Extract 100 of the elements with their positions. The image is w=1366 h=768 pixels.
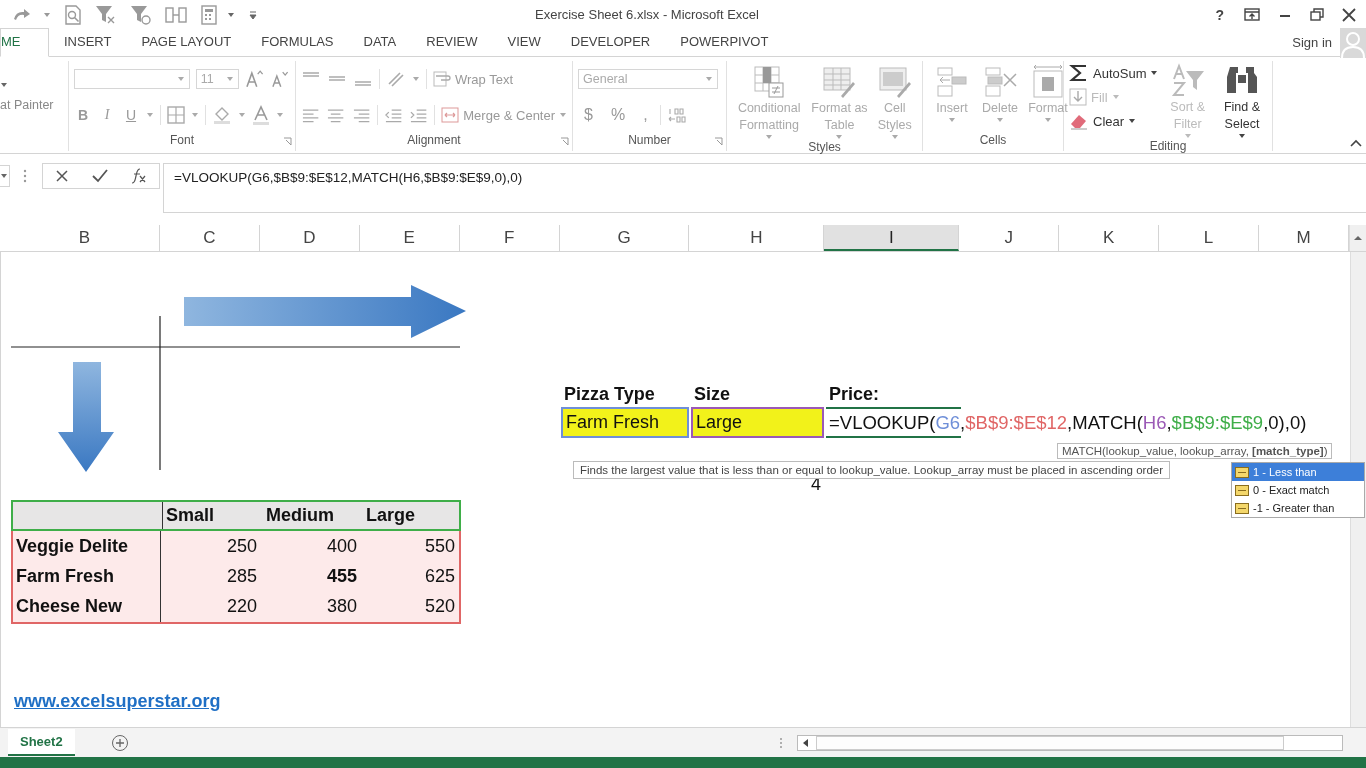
- left-arrow-icon: [801, 738, 810, 747]
- ribbon-tab[interactable]: REVIEW: [411, 29, 493, 57]
- wrap-text-icon: [433, 71, 451, 88]
- ribbon-tab[interactable]: VIEW: [492, 29, 556, 57]
- caret-icon: [705, 76, 713, 83]
- column-header[interactable]: K: [1059, 225, 1160, 252]
- help-button[interactable]: ?: [1213, 6, 1226, 23]
- column-label: Small: [165, 505, 216, 527]
- description-tooltip: Finds the largest value that is less than or equal to lookup_value. Lookup_array must be placed in ascending order: [573, 461, 1171, 480]
- increase-indent-icon[interactable]: [409, 107, 429, 124]
- autocomplete-option[interactable]: 1 - Less than: [1232, 463, 1364, 482]
- table-cell-text: 220: [225, 596, 258, 618]
- customize-icon[interactable]: [248, 9, 258, 20]
- scroll-up-button[interactable]: [1349, 225, 1366, 252]
- formula-field[interactable]: =VLOOKUP(G6,$B$9:$E$12,MATCH(H6,$B$9:$E$9,0),0): [163, 163, 1366, 214]
- increase-font-icon[interactable]: [244, 70, 265, 89]
- column-header[interactable]: F: [459, 225, 560, 252]
- ribbon-button[interactable]: AutoSum: [1069, 63, 1159, 84]
- option-label: -1 - Greater than: [1253, 502, 1335, 515]
- font-color-icon[interactable]: [252, 105, 270, 126]
- caret-icon[interactable]: [43, 11, 51, 18]
- horizontal-scrollbar[interactable]: [796, 734, 1343, 751]
- dialog-launcher-icon[interactable]: [283, 137, 292, 147]
- ribbon-display-icon[interactable]: [1244, 8, 1260, 22]
- column-header[interactable]: I: [824, 225, 960, 252]
- cells-icon: [1030, 64, 1066, 101]
- ribbon-tab[interactable]: ME: [0, 28, 49, 58]
- website-link[interactable]: www.excelsuperstar.org: [11, 691, 221, 713]
- caret-icon: [1183, 133, 1192, 140]
- table-cell-text: 380: [325, 596, 358, 618]
- orientation-icon[interactable]: [386, 70, 406, 89]
- group-label: Editing: [1149, 139, 1187, 154]
- caret-icon: [1150, 70, 1159, 77]
- caret-icon[interactable]: [227, 11, 235, 18]
- ribbon-button[interactable]: Find & Select: [1217, 63, 1267, 140]
- print-preview-icon[interactable]: [64, 4, 82, 25]
- ribbon-tab[interactable]: DATA: [348, 29, 412, 57]
- decrease-font-icon[interactable]: [270, 70, 290, 89]
- autocomplete-option[interactable]: 0 - Exact match: [1232, 481, 1364, 500]
- enter-check-icon[interactable]: [92, 169, 108, 184]
- caret-icon: [1128, 118, 1137, 125]
- sign-in-link[interactable]: Sign in: [1292, 35, 1332, 51]
- calculator-icon[interactable]: [200, 4, 218, 25]
- column-label: Medium: [265, 505, 335, 527]
- ribbon-button[interactable]: Clear: [1069, 111, 1159, 132]
- fill-color-icon[interactable]: [212, 105, 232, 126]
- column-header[interactable]: L: [1159, 225, 1260, 252]
- caret-icon: [1111, 94, 1120, 101]
- column-header[interactable]: E: [359, 225, 460, 252]
- align-right-icon[interactable]: [351, 107, 371, 124]
- format-painter-button[interactable]: at Painter: [0, 98, 68, 113]
- sheet-tab[interactable]: Sheet2: [8, 729, 75, 757]
- ribbon-tab[interactable]: PAGE LAYOUT: [126, 29, 247, 57]
- column-header[interactable]: C: [159, 225, 260, 252]
- column-header[interactable]: J: [959, 225, 1060, 252]
- ribbon-tab[interactable]: FORMULAS: [246, 29, 349, 57]
- insert-function-icon[interactable]: [131, 168, 148, 185]
- grip-icon[interactable]: [778, 736, 783, 749]
- ribbon-tab[interactable]: INSERT: [49, 29, 127, 57]
- close-icon[interactable]: [1342, 7, 1356, 22]
- split-icon[interactable]: [165, 5, 187, 24]
- decrease-indent-icon[interactable]: [383, 107, 404, 124]
- dialog-launcher-icon[interactable]: [714, 137, 723, 147]
- input-cell[interactable]: Large: [691, 407, 824, 439]
- option-icon: [1235, 466, 1249, 478]
- formula-cell[interactable]: =VLOOKUP(G6,$B$9:$E$12,MATCH(H6,$B$9:$E$9,0),0): [826, 407, 1351, 439]
- input-cell[interactable]: Farm Fresh: [561, 407, 689, 439]
- font-name-field[interactable]: [74, 69, 190, 90]
- collapse-ribbon-icon[interactable]: [1350, 139, 1362, 148]
- clear-filter-icon[interactable]: [95, 4, 117, 25]
- column-label: Price:: [828, 384, 881, 407]
- column-header[interactable]: B: [10, 225, 160, 252]
- align-center-icon[interactable]: [326, 107, 346, 124]
- caret-icon: [948, 117, 956, 124]
- column-header[interactable]: D: [259, 225, 360, 252]
- column-label: Size: [693, 384, 732, 407]
- reapply-filter-icon[interactable]: [130, 4, 152, 25]
- grip-icon[interactable]: [23, 169, 27, 184]
- autocomplete-option[interactable]: -1 - Greater than: [1232, 499, 1364, 518]
- borders-icon[interactable]: [167, 106, 185, 125]
- dialog-launcher-icon[interactable]: [560, 137, 569, 147]
- caret-icon: [1, 173, 8, 180]
- syntax-tooltip: MATCH(lookup_value, lookup_array, [match_type]): [1057, 443, 1333, 460]
- name-box[interactable]: [0, 165, 10, 188]
- increase-decimal-icon[interactable]: [666, 106, 689, 125]
- align-left-icon[interactable]: [301, 107, 321, 124]
- caret-icon[interactable]: [0, 82, 8, 89]
- ribbon-tab[interactable]: DEVELOPER: [555, 29, 666, 57]
- cancel-icon[interactable]: [54, 169, 69, 184]
- caret-icon: [225, 76, 234, 83]
- column-header[interactable]: G: [559, 225, 690, 252]
- caret-icon: [835, 134, 844, 141]
- add-sheet-icon[interactable]: [110, 733, 129, 752]
- restore-icon[interactable]: [1310, 8, 1324, 22]
- row-label: Farm Fresh: [13, 561, 161, 592]
- caret-icon: [1238, 133, 1246, 140]
- ribbon-tab[interactable]: POWERPIVOT: [665, 29, 784, 57]
- row-label: Cheese New: [13, 591, 161, 623]
- up-arrow-icon: [1354, 235, 1362, 242]
- group-label: Cells: [979, 133, 1007, 148]
